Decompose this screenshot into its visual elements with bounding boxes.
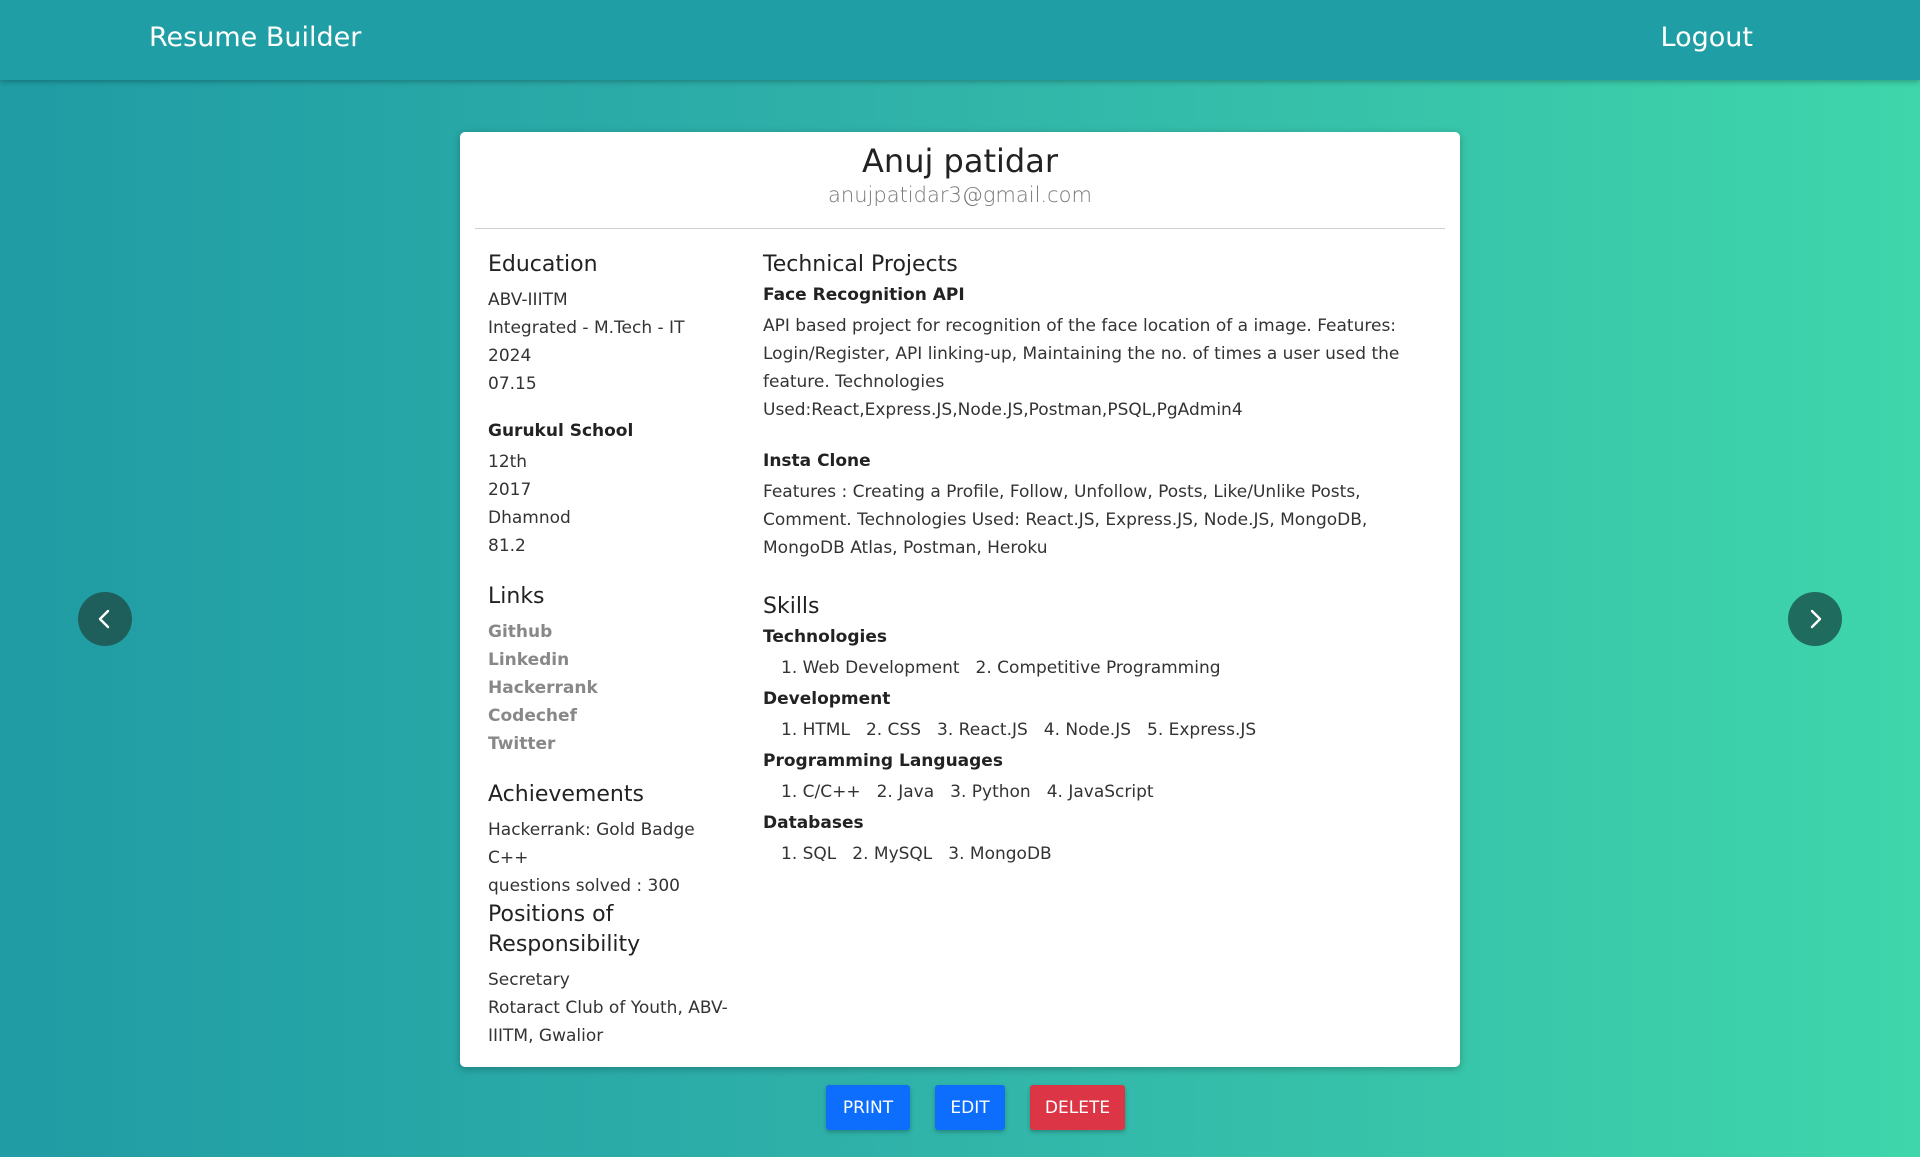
links-heading: Links [488, 584, 545, 609]
skill-list: 1. HTML 2. CSS 3. React.JS 4. Node.JS 5. Exp… [763, 716, 1423, 744]
skills-heading: Skills [763, 594, 820, 619]
skill-group-title: Development [763, 689, 891, 709]
github-link[interactable]: Github [488, 618, 728, 646]
resume-email: anujpatidar3@gmail.com [828, 183, 1092, 207]
edit-button[interactable]: EDIT [935, 1085, 1005, 1130]
skill-group: Development 1. HTML 2. CSS 3. React.JS 4. N… [763, 686, 1423, 744]
chevron-left-icon [98, 609, 110, 629]
position-role: Secretary [488, 970, 570, 990]
navbar: Resume Builder Logout [0, 0, 1920, 80]
skill-group: Technologies 1. Web Development 2. Compet… [763, 624, 1423, 682]
links-list: Github Linkedin Hackerrank Codechef Twit… [488, 618, 728, 758]
skill-item: 2. Java [876, 782, 935, 802]
skill-item: 4. JavaScript [1046, 782, 1154, 802]
left-column: Education ABV-IIITM Integrated - M.Tech … [488, 250, 728, 1050]
skill-list: 1. SQL 2. MySQL 3. MongoDB [763, 840, 1423, 868]
skill-item: 1. C/C++ [781, 782, 861, 802]
project-title: Insta Clone [763, 451, 871, 471]
skill-item: 5. Express.JS [1147, 720, 1257, 740]
skill-item: 3. Python [950, 782, 1031, 802]
skill-item: 2. CSS [865, 720, 922, 740]
skill-item: 2. MySQL [852, 844, 933, 864]
skill-group-title: Programming Languages [763, 751, 1003, 771]
achievements-list: Hackerrank: Gold Badge C++ questions sol… [488, 816, 728, 900]
skill-group-title: Technologies [763, 627, 887, 647]
right-column: Technical Projects Face Recognition API … [763, 250, 1423, 872]
education-entry: ABV-IIITM Integrated - M.Tech - IT 2024 … [488, 286, 728, 398]
education-institute: ABV-IIITM [488, 290, 568, 310]
project-item: Insta Clone Features : Creating a Profil… [763, 448, 1423, 562]
brand-link[interactable]: Resume Builder [149, 22, 361, 53]
skill-item: 1. HTML [781, 720, 850, 740]
skill-item: 4. Node.JS [1043, 720, 1131, 740]
prev-resume-button[interactable] [78, 592, 132, 646]
project-title: Face Recognition API [763, 285, 965, 305]
achievement-item: questions solved : 300 [488, 876, 680, 896]
achievements-heading: Achievements [488, 782, 644, 807]
projects-heading: Technical Projects [763, 252, 958, 277]
next-resume-button[interactable] [1788, 592, 1842, 646]
skill-item: 3. React.JS [937, 720, 1028, 740]
skill-list: 1. Web Development 2. Competitive Program… [763, 654, 1423, 682]
skill-item: 1. Web Development [781, 658, 960, 678]
resume-name: Anuj patidar [862, 142, 1058, 180]
education-entry: Gurukul School 12th 2017 Dhamnod 81.2 [488, 418, 728, 560]
resume-card: Anuj patidar anujpatidar3@gmail.com Educ… [460, 132, 1460, 1067]
education-degree: 12th [488, 452, 528, 472]
project-description: API based project for recognition of the… [763, 316, 1400, 420]
education-location: Dhamnod [488, 508, 571, 528]
skill-item: 2. Competitive Programming [975, 658, 1221, 678]
positions-list: Secretary Rotaract Club of Youth, ABV-II… [488, 966, 728, 1050]
delete-button[interactable]: DELETE [1030, 1085, 1125, 1130]
skill-group: Programming Languages 1. C/C++ 2. Java 3. … [763, 748, 1423, 806]
education-institute: Gurukul School [488, 421, 634, 441]
codechef-link[interactable]: Codechef [488, 702, 728, 730]
skill-group-title: Databases [763, 813, 864, 833]
linkedin-link[interactable]: Linkedin [488, 646, 728, 674]
education-year: 2017 [488, 480, 532, 500]
position-org: Rotaract Club of Youth, ABV-IIITM, Gwali… [488, 998, 728, 1046]
skill-item: 3. MongoDB [948, 844, 1052, 864]
education-score: 07.15 [488, 374, 537, 394]
header-divider [475, 228, 1445, 229]
skill-list: 1. C/C++ 2. Java 3. Python 4. JavaScript [763, 778, 1423, 806]
skill-item: 1. SQL [781, 844, 837, 864]
hackerrank-link[interactable]: Hackerrank [488, 674, 728, 702]
project-item: Face Recognition API API based project f… [763, 282, 1423, 424]
education-year: 2024 [488, 346, 532, 366]
chevron-right-icon [1810, 609, 1822, 629]
project-description: Features : Creating a Profile, Follow, U… [763, 482, 1368, 558]
twitter-link[interactable]: Twitter [488, 730, 728, 758]
achievement-item: Hackerrank: Gold Badge C++ [488, 820, 695, 868]
skill-group: Databases 1. SQL 2. MySQL 3. MongoDB [763, 810, 1423, 868]
logout-link[interactable]: Logout [1661, 22, 1753, 53]
print-button[interactable]: PRINT [826, 1085, 910, 1130]
positions-heading: Positions of Responsibility [488, 902, 641, 957]
education-score: 81.2 [488, 536, 526, 556]
education-heading: Education [488, 252, 598, 277]
education-degree: Integrated - M.Tech - IT [488, 318, 685, 338]
